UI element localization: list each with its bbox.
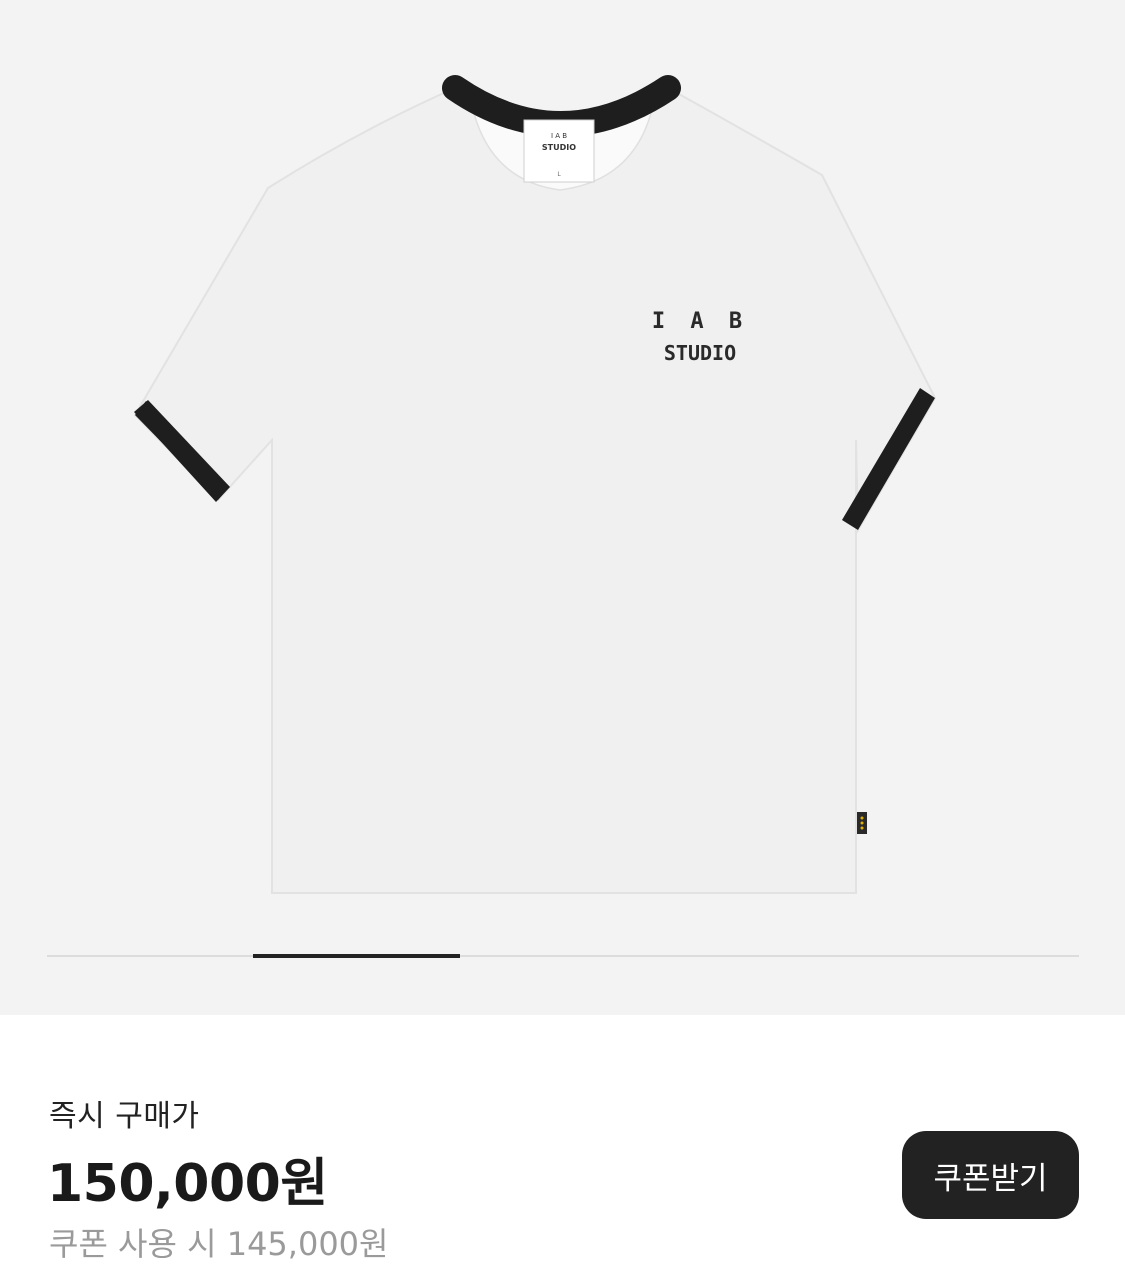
instant-buy-label: 즉시 구매가 — [49, 1099, 200, 1134]
instant-buy-price: 150,000원 — [47, 1154, 328, 1214]
get-coupon-button[interactable]: 쿠폰받기 — [902, 1131, 1079, 1219]
purchase-info: 즉시 구매가 150,000원 쿠폰 사용 시 145,000원 쿠폰받기 — [0, 1015, 1125, 1263]
tshirt-illustration: I A B STUDIO L I A B STUDIO — [133, 75, 937, 894]
product-gallery[interactable]: I A B STUDIO L I A B STUDIO — [0, 0, 1125, 1015]
coupon-price: 쿠폰 사용 시 145,000원 — [49, 1225, 389, 1263]
image-pager[interactable] — [47, 954, 1079, 958]
product-image[interactable]: I A B STUDIO L I A B STUDIO — [0, 0, 1125, 920]
chest-print-line2: STUDIO — [664, 341, 736, 365]
neck-tag-line2: STUDIO — [542, 143, 576, 152]
chest-print-line1: I A B — [652, 309, 748, 334]
neck-tag-line1: I A B — [551, 132, 567, 140]
pager-active-indicator — [253, 954, 460, 958]
